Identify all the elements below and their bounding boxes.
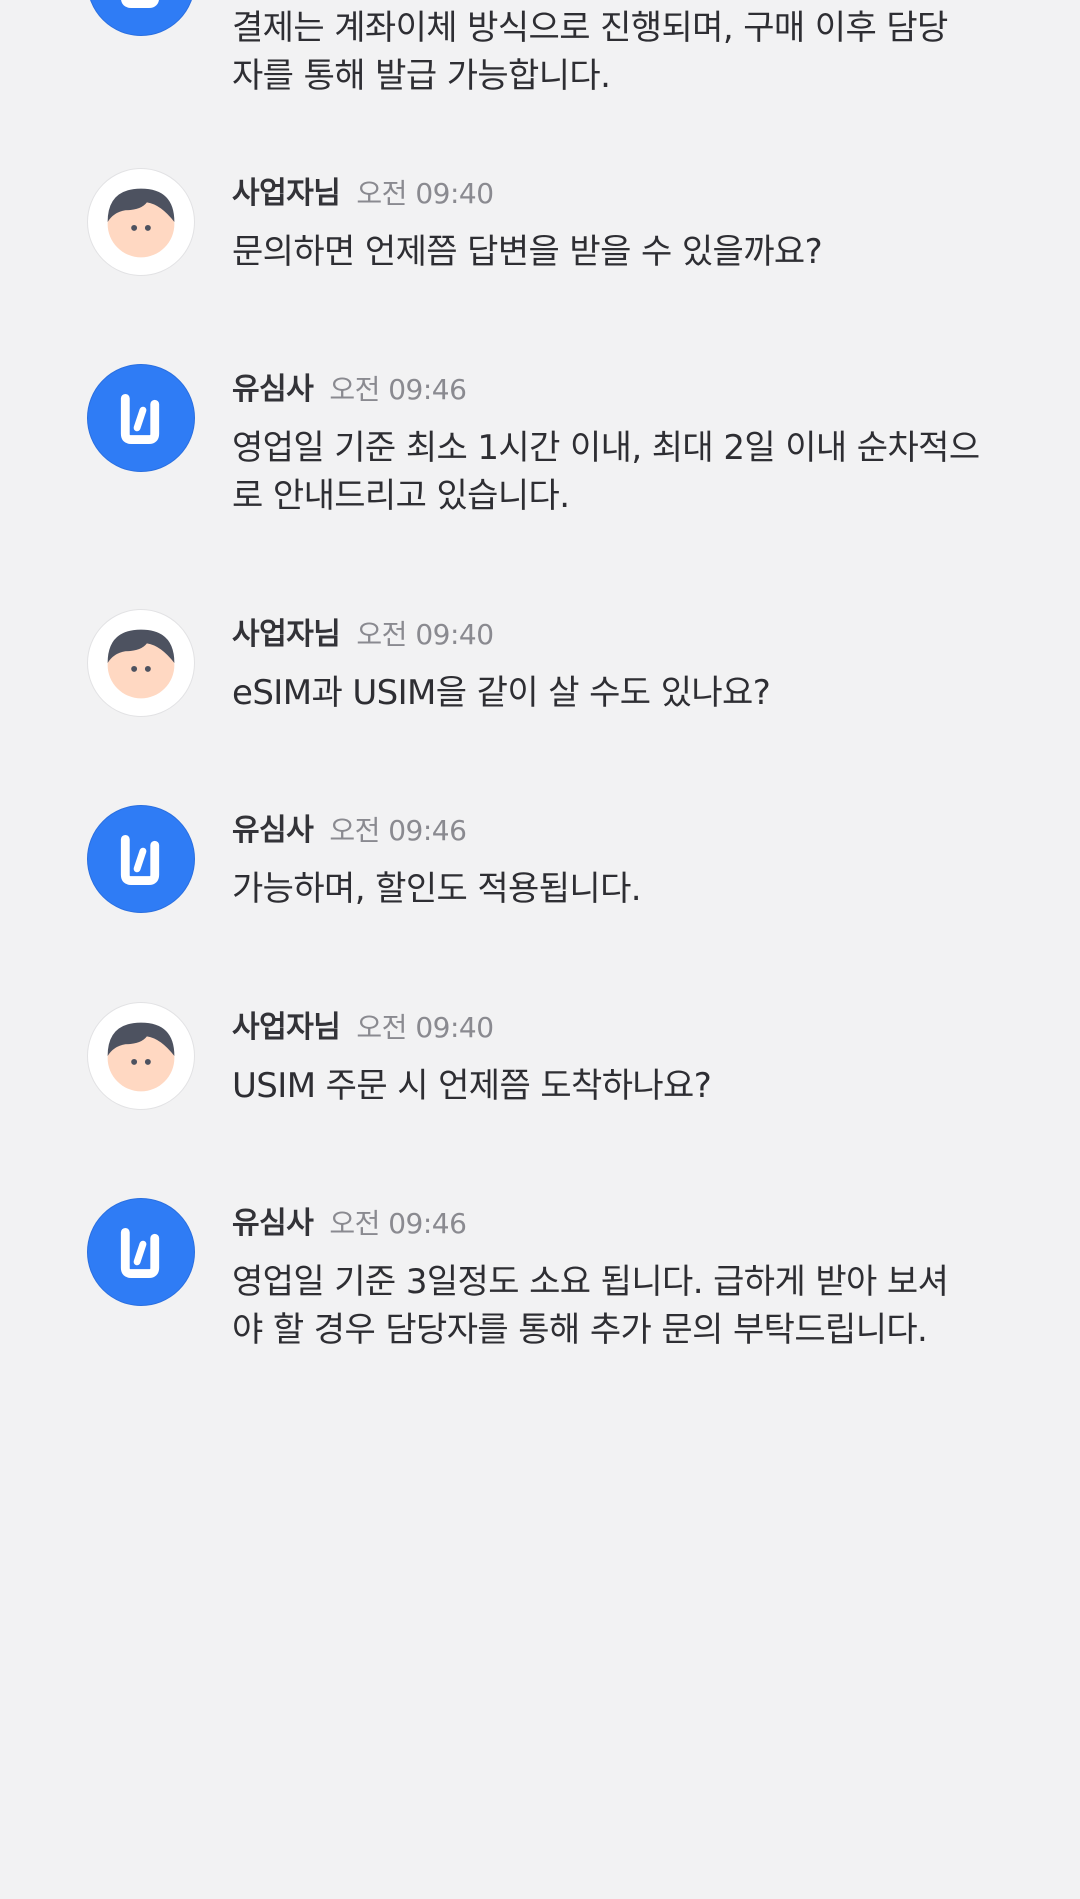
message-header: 사업자님 오전 09:40: [232, 1002, 494, 1045]
message-line: eSIM과 USIM을 같이 살 수도 있나요?: [232, 673, 771, 713]
message-line: 로 안내드리고 있습니다.: [232, 476, 570, 516]
message-line: 영업일 기준 최소 1시간 이내, 최대 2일 이내 순차적으: [232, 428, 980, 468]
sender-name: 유심사: [232, 372, 314, 407]
message-line: 결제는 계좌이체 방식으로 진행되며, 구매 이후 담당: [232, 8, 948, 48]
message-time: 오전 09:46: [329, 373, 467, 406]
message-time: 오전 09:40: [356, 618, 494, 651]
message-text: eSIM과 USIM을 같이 살 수도 있나요?: [232, 669, 1002, 717]
message-header: 유심사 오전 09:46: [232, 1198, 467, 1241]
message-text: USIM 주문 시 언제쯤 도착하나요?: [232, 1062, 1002, 1110]
usimsa-logo-icon: [120, 1227, 160, 1279]
message-line: 야 할 경우 담당자를 통해 추가 문의 부탁드립니다.: [232, 1310, 928, 1350]
message-line: 문의하면 언제쯤 답변을 받을 수 있을까요?: [232, 232, 823, 272]
usimsa-logo-icon: [120, 393, 160, 445]
usimsa-avatar: [87, 0, 195, 36]
chat-transcript: 결제는 계좌이체 방식으로 진행되며, 구매 이후 담당 자를 통해 발급 가능…: [0, 0, 1080, 1899]
user-face-icon: [107, 1022, 175, 1092]
user-face-icon: [107, 629, 175, 699]
usimsa-avatar: [87, 805, 195, 913]
message-header: 유심사 오전 09:46: [232, 364, 467, 407]
message-header: 사업자님 오전 09:40: [232, 168, 494, 211]
message-time: 오전 09:46: [329, 814, 467, 847]
sender-name: 사업자님: [232, 1010, 341, 1045]
message-line: 자를 통해 발급 가능합니다.: [232, 56, 611, 96]
sender-name: 사업자님: [232, 617, 341, 652]
message-line: 영업일 기준 3일정도 소요 됩니다. 급하게 받아 보셔: [232, 1262, 949, 1302]
message-text: 문의하면 언제쯤 답변을 받을 수 있을까요?: [232, 228, 1002, 276]
user-avatar: [87, 168, 195, 276]
message-time: 오전 09:40: [356, 1011, 494, 1044]
usimsa-logo-icon: [121, 0, 159, 9]
usimsa-avatar: [87, 1198, 195, 1306]
message-text: 결제는 계좌이체 방식으로 진행되며, 구매 이후 담당 자를 통해 발급 가능…: [232, 4, 1002, 100]
message-line: 가능하며, 할인도 적용됩니다.: [232, 869, 642, 909]
sender-name: 사업자님: [232, 176, 341, 211]
message-header: 유심사 오전 09:46: [232, 805, 467, 848]
message-text: 영업일 기준 3일정도 소요 됩니다. 급하게 받아 보셔 야 할 경우 담당자…: [232, 1258, 1002, 1354]
sender-name: 유심사: [232, 813, 314, 848]
message-time: 오전 09:40: [356, 177, 494, 210]
user-face-icon: [107, 188, 175, 258]
message-text: 가능하며, 할인도 적용됩니다.: [232, 865, 1002, 913]
message-text: 영업일 기준 최소 1시간 이내, 최대 2일 이내 순차적으 로 안내드리고 …: [232, 424, 1002, 520]
user-avatar: [87, 1002, 195, 1110]
usimsa-avatar: [87, 364, 195, 472]
message-time: 오전 09:46: [329, 1207, 467, 1240]
user-avatar: [87, 609, 195, 717]
message-header: 사업자님 오전 09:40: [232, 609, 494, 652]
message-line: USIM 주문 시 언제쯤 도착하나요?: [232, 1066, 712, 1106]
sender-name: 유심사: [232, 1206, 314, 1241]
usimsa-logo-icon: [120, 834, 160, 886]
